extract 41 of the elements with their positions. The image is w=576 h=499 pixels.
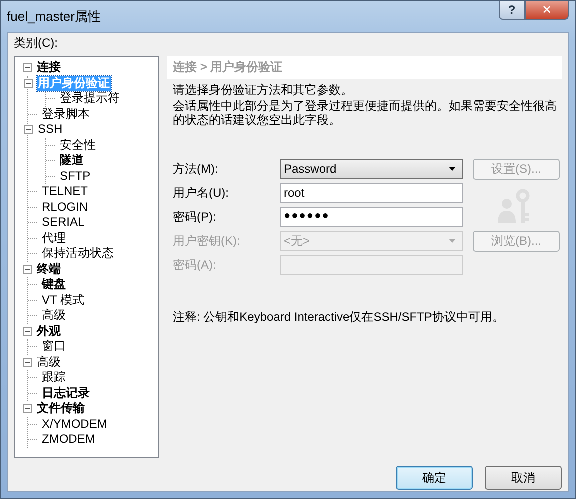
- tree-item[interactable]: TELNET: [41, 184, 90, 200]
- tree-item[interactable]: ZMODEM: [41, 432, 96, 448]
- window-title: fuel_master属性: [7, 8, 101, 26]
- description-text: 会话属性中此部分是为了登录过程更便捷而提供的。如果需要安全性很高的状态的话建议您空出此字段。: [173, 99, 558, 127]
- ok-button[interactable]: 确定: [396, 466, 473, 490]
- tree-item[interactable]: 跟踪: [41, 370, 67, 386]
- tree-item[interactable]: 高级: [36, 354, 62, 370]
- tree-item[interactable]: 终端: [36, 262, 62, 277]
- field-label: 密码(A):: [173, 256, 218, 274]
- tree-item[interactable]: SERIAL: [41, 215, 86, 230]
- cancel-button[interactable]: 取消: [485, 466, 562, 490]
- tree-item[interactable]: 窗口: [41, 339, 67, 354]
- tree-item[interactable]: 隧道: [59, 153, 85, 168]
- tree-item[interactable]: 键盘: [41, 277, 67, 292]
- tree-item[interactable]: RLOGIN: [41, 200, 90, 215]
- tree-item[interactable]: 登录脚本: [41, 106, 91, 122]
- section-header: 连接 > 用户身份验证: [167, 56, 562, 79]
- dropdown[interactable]: Password: [280, 159, 463, 179]
- input-field[interactable]: root: [280, 183, 463, 203]
- tree-item[interactable]: 登录提示符: [59, 91, 121, 106]
- tree-item[interactable]: 外观: [36, 324, 62, 339]
- field-label: 用户名(U):: [173, 184, 230, 202]
- tree-item[interactable]: 保持活动状态: [41, 246, 115, 262]
- tree-item[interactable]: 文件传输: [36, 401, 86, 416]
- tree-item[interactable]: VT 模式: [41, 292, 86, 308]
- tree-item[interactable]: 高级: [41, 308, 67, 324]
- tree-item[interactable]: 日志记录: [41, 386, 91, 401]
- password-field[interactable]: ●●●●●●: [280, 207, 463, 227]
- tree-item[interactable]: SSH: [37, 122, 64, 138]
- tree-item[interactable]: SFTP: [59, 168, 92, 184]
- tree-item[interactable]: 连接: [36, 60, 62, 76]
- note-text: 注释: 公钥和Keyboard Interactive仅在SSH/SFTP协议中可用。: [173, 309, 506, 326]
- category-label: 类别(C):: [14, 35, 59, 52]
- description-text: 请选择身份验证方法和其它参数。: [173, 83, 354, 97]
- tree-item[interactable]: 安全性: [59, 138, 97, 153]
- field-label: 用户密钥(K):: [173, 232, 242, 250]
- help-button[interactable]: ?: [499, 1, 525, 20]
- field-label: 密码(P):: [173, 208, 218, 226]
- tree-item[interactable]: X/YMODEM: [41, 416, 108, 432]
- field-label: 方法(M):: [173, 160, 220, 178]
- tree-item[interactable]: 代理: [41, 230, 67, 246]
